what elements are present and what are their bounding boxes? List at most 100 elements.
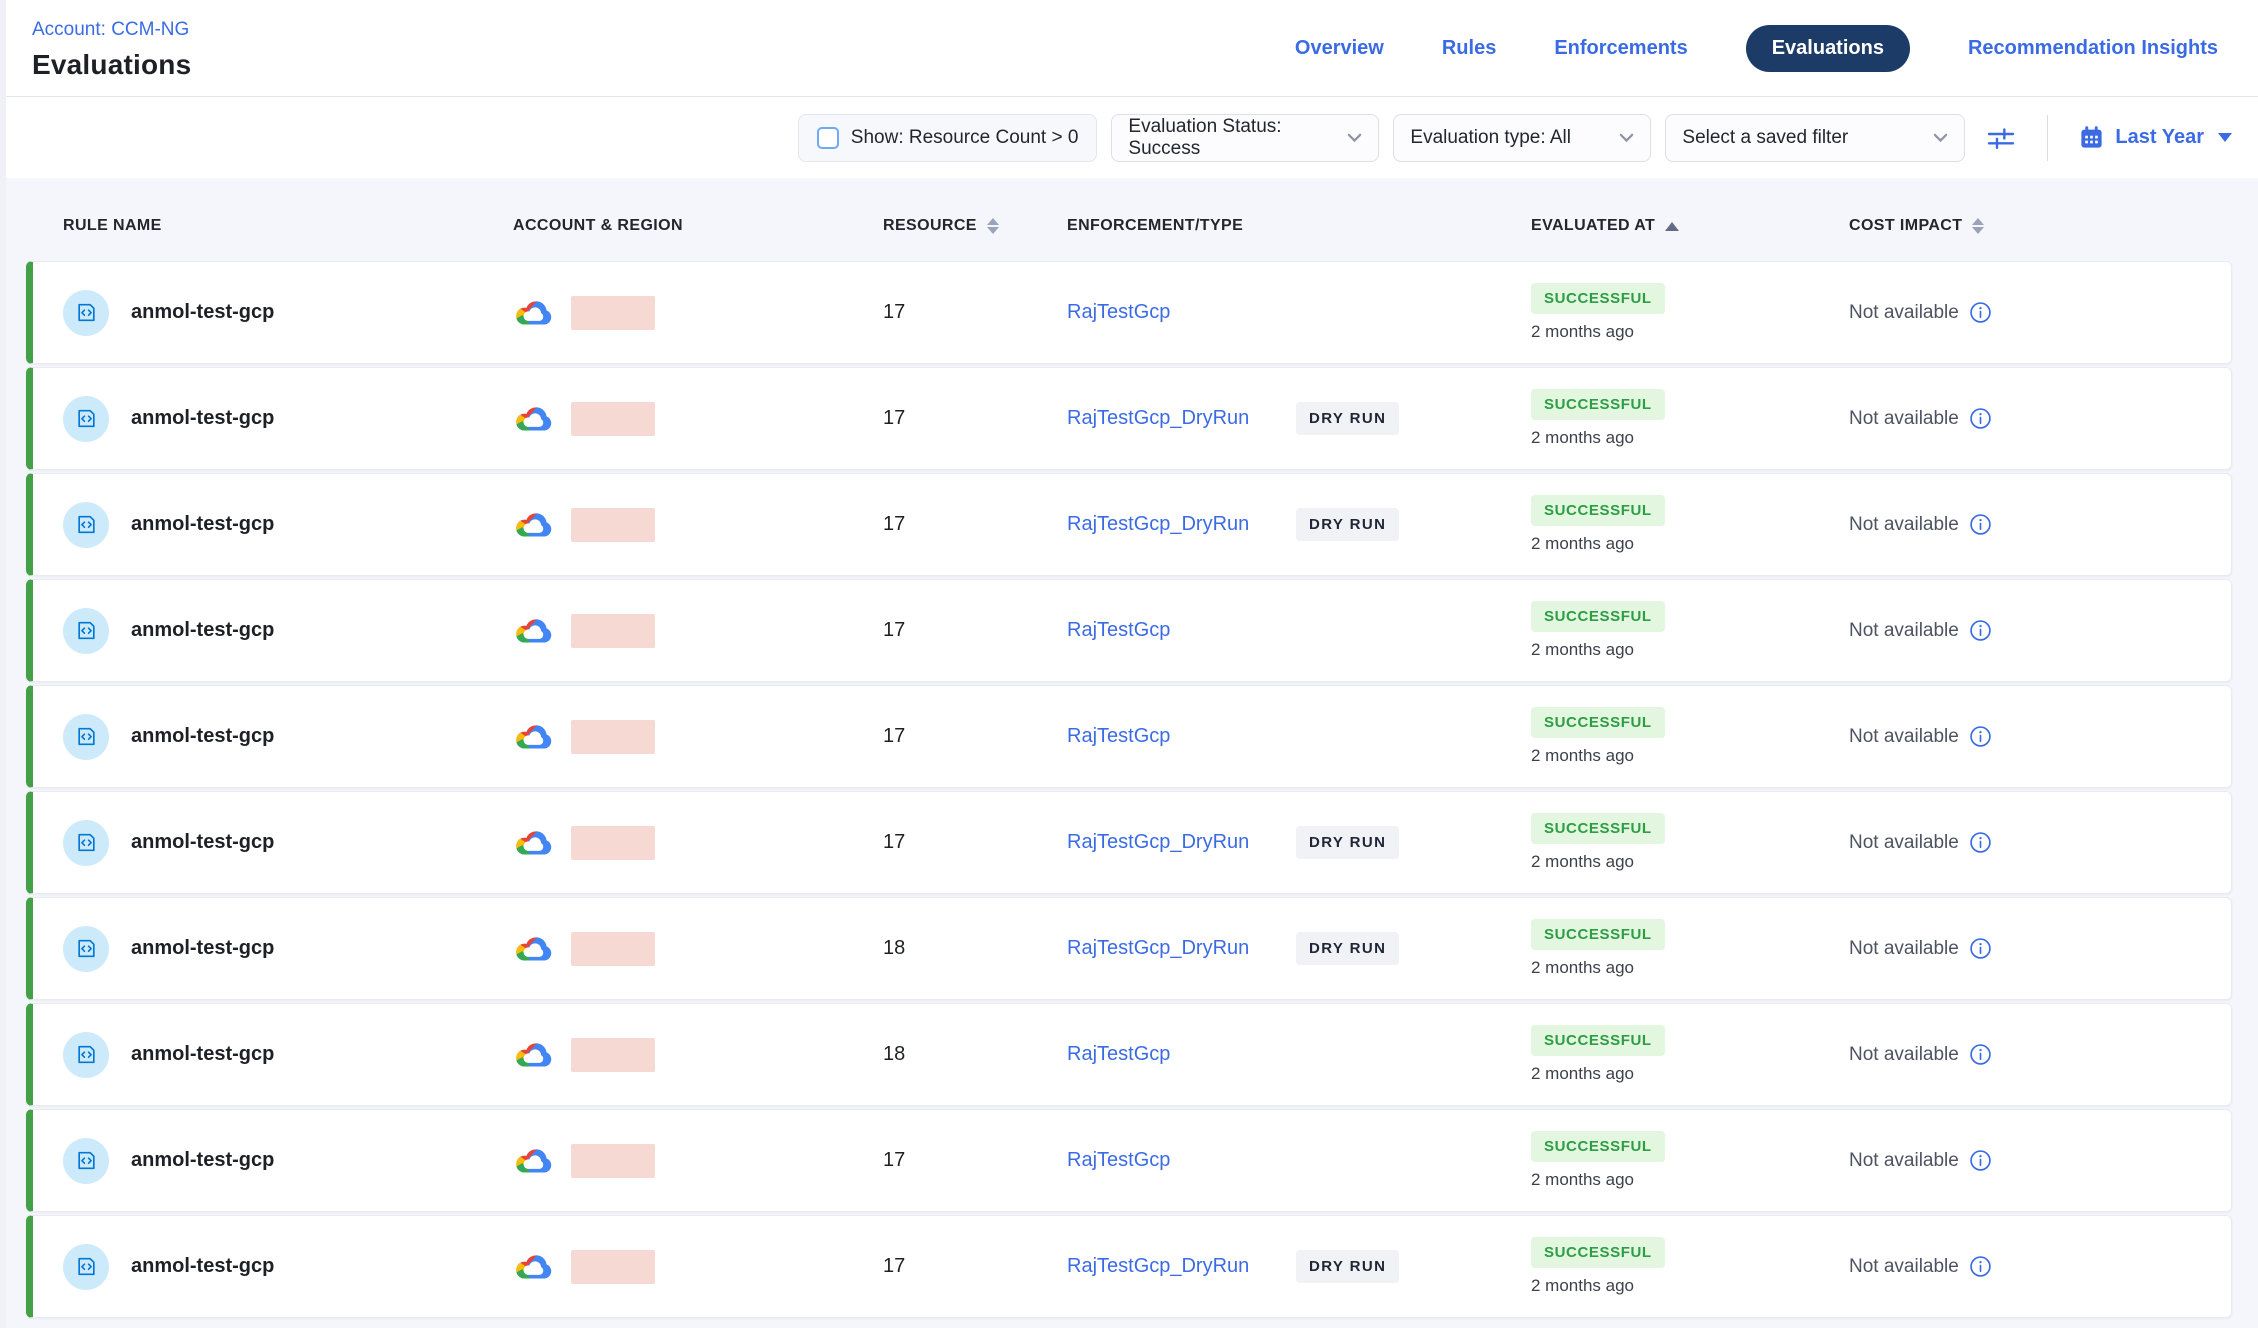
dropdown-evaluation-type[interactable]: Evaluation type: All [1393, 114, 1651, 162]
cost-impact-value: Not available [1849, 726, 1959, 748]
account-name-redacted [571, 402, 655, 436]
gcp-cloud-icon [513, 508, 555, 542]
rule-name: anmol-test-gcp [131, 1255, 274, 1278]
evaluated-time: 2 months ago [1531, 852, 1634, 872]
evaluated-time: 2 months ago [1531, 1276, 1634, 1296]
enforcement-link[interactable]: RajTestGcp [1067, 725, 1296, 748]
gcp-cloud-icon [513, 932, 555, 966]
table-row[interactable]: anmol-test-gcp 17 RajTestGcp [26, 579, 2232, 682]
checkbox-icon[interactable] [817, 127, 839, 149]
account-name-redacted [571, 1038, 655, 1072]
info-icon[interactable] [1969, 1043, 1992, 1066]
page-title: Evaluations [32, 49, 191, 81]
evaluated-time: 2 months ago [1531, 322, 1634, 342]
gcp-cloud-icon [513, 614, 555, 648]
evaluated-time: 2 months ago [1531, 958, 1634, 978]
dropdown-select-a-saved-filter[interactable]: Select a saved filter [1665, 114, 1965, 162]
table-row[interactable]: anmol-test-gcp 17 RajTestGcp_DryRun [26, 791, 2232, 894]
tab-recommendation-insights[interactable]: Recommendation Insights [1968, 37, 2218, 60]
table-row[interactable]: anmol-test-gcp 18 RajTestGcp_DryRun [26, 897, 2232, 1000]
table-row[interactable]: anmol-test-gcp 17 RajTestGcp [26, 1109, 2232, 1212]
sort-icon [1972, 218, 1984, 234]
evaluated-time: 2 months ago [1531, 1170, 1634, 1190]
table-row[interactable]: anmol-test-gcp 17 RajTestGcp_DryRun [26, 1215, 2232, 1318]
rule-name: anmol-test-gcp [131, 937, 274, 960]
evaluated-time: 2 months ago [1531, 1064, 1634, 1084]
dropdown-evaluation-status[interactable]: Evaluation Status: Success [1111, 114, 1379, 162]
rule-icon [63, 1244, 109, 1290]
status-badge: SUCCESSFUL [1531, 919, 1665, 950]
enforcement-link[interactable]: RajTestGcp [1067, 1149, 1296, 1172]
status-badge: SUCCESSFUL [1531, 1237, 1665, 1268]
date-range-label: Last Year [2115, 126, 2204, 149]
dropdown-label: Select a saved filter [1682, 127, 1848, 149]
enforcement-link[interactable]: RajTestGcp_DryRun [1067, 831, 1296, 854]
sort-asc-icon [1665, 222, 1679, 231]
tab-overview[interactable]: Overview [1295, 37, 1384, 60]
enforcement-link[interactable]: RajTestGcp_DryRun [1067, 513, 1296, 536]
cost-impact-value: Not available [1849, 832, 1959, 854]
resource-count: 17 [883, 513, 1067, 536]
breadcrumb-account-link[interactable]: Account: CCM-NG [32, 19, 191, 41]
info-icon[interactable] [1969, 937, 1992, 960]
cost-impact-value: Not available [1849, 408, 1959, 430]
account-name-redacted [571, 720, 655, 754]
enforcement-link[interactable]: RajTestGcp_DryRun [1067, 407, 1296, 430]
enforcement-link[interactable]: RajTestGcp [1067, 301, 1296, 324]
enforcement-link[interactable]: RajTestGcp [1067, 1043, 1296, 1066]
enforcement-link[interactable]: RajTestGcp_DryRun [1067, 937, 1296, 960]
tab-rules[interactable]: Rules [1442, 37, 1496, 60]
cost-impact-value: Not available [1849, 302, 1959, 324]
table-row[interactable]: anmol-test-gcp 17 RajTestGcp [26, 261, 2232, 364]
account-name-redacted [571, 508, 655, 542]
gcp-cloud-icon [513, 1038, 555, 1072]
chevron-down-icon [1933, 133, 1948, 143]
info-icon[interactable] [1969, 725, 1992, 748]
date-range-picker[interactable]: Last Year [2078, 124, 2232, 151]
column-header-evaluated-at[interactable]: EVALUATED AT [1531, 217, 1849, 235]
info-icon[interactable] [1969, 1255, 1992, 1278]
enforcement-link[interactable]: RajTestGcp [1067, 619, 1296, 642]
info-icon[interactable] [1969, 1149, 1992, 1172]
account-name-redacted [571, 932, 655, 966]
rule-name: anmol-test-gcp [131, 1043, 274, 1066]
tab-evaluations[interactable]: Evaluations [1746, 25, 1910, 72]
enforcement-link[interactable]: RajTestGcp_DryRun [1067, 1255, 1296, 1278]
dry-run-badge: DRY RUN [1296, 932, 1399, 965]
tab-enforcements[interactable]: Enforcements [1554, 37, 1687, 60]
filter-settings-button[interactable] [1979, 118, 2023, 158]
info-icon[interactable] [1969, 407, 1992, 430]
account-name-redacted [571, 826, 655, 860]
gcp-cloud-icon [513, 296, 555, 330]
dry-run-badge: DRY RUN [1296, 826, 1399, 859]
column-header-rule-name: RULE NAME [63, 217, 513, 235]
gcp-cloud-icon [513, 1250, 555, 1284]
table-row[interactable]: anmol-test-gcp 17 RajTestGcp_DryRun [26, 367, 2232, 470]
status-badge: SUCCESSFUL [1531, 1025, 1665, 1056]
status-badge: SUCCESSFUL [1531, 283, 1665, 314]
table-row[interactable]: anmol-test-gcp 18 RajTestGcp [26, 1003, 2232, 1106]
resource-count: 17 [883, 407, 1067, 430]
chevron-down-icon [1619, 133, 1634, 143]
column-header-cost-impact[interactable]: COST IMPACT [1849, 217, 2232, 235]
resource-count: 18 [883, 937, 1067, 960]
table-row[interactable]: anmol-test-gcp 17 RajTestGcp_DryRun [26, 473, 2232, 576]
column-header-resource[interactable]: RESOURCE [883, 217, 1067, 235]
rule-icon [63, 714, 109, 760]
info-icon[interactable] [1969, 513, 1992, 536]
rule-icon [63, 1138, 109, 1184]
resource-count-filter-checkbox[interactable]: Show: Resource Count > 0 [798, 114, 1098, 162]
dry-run-badge: DRY RUN [1296, 508, 1399, 541]
info-icon[interactable] [1969, 831, 1992, 854]
gcp-cloud-icon [513, 402, 555, 436]
divider [2047, 115, 2048, 161]
caret-down-icon [2218, 133, 2232, 142]
info-icon[interactable] [1969, 301, 1992, 324]
rule-name: anmol-test-gcp [131, 407, 274, 430]
page-header: Account: CCM-NG Evaluations Overview Rule… [0, 0, 2258, 97]
account-name-redacted [571, 614, 655, 648]
rule-name: anmol-test-gcp [131, 301, 274, 324]
table-row[interactable]: anmol-test-gcp 17 RajTestGcp [26, 685, 2232, 788]
status-badge: SUCCESSFUL [1531, 601, 1665, 632]
info-icon[interactable] [1969, 619, 1992, 642]
